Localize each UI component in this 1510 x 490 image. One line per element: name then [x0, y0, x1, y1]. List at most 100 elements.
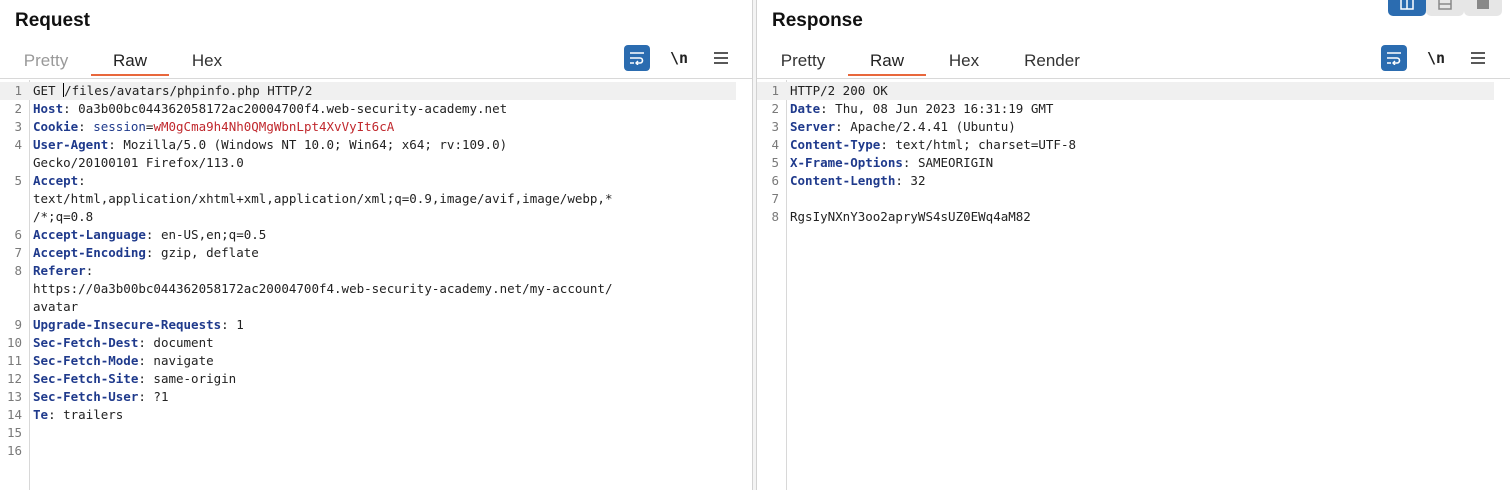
newline-button[interactable]: \n	[666, 45, 692, 71]
header-colon: :	[145, 245, 161, 260]
code-line: https://0a3b00bc044362058172ac20004700f4…	[0, 280, 736, 298]
header-name: Accept-Encoding	[33, 245, 146, 260]
header-value: navigate	[153, 353, 214, 368]
header-name: Sec-Fetch-Mode	[33, 353, 139, 368]
header-value: gzip, deflate	[160, 245, 259, 260]
header-colon: :	[895, 173, 911, 188]
line-content: text/html,application/xhtml+xml,applicat…	[22, 190, 612, 208]
line-number: 13	[6, 389, 22, 404]
header-value: SAMEORIGIN	[917, 155, 994, 170]
line-number: 8	[771, 209, 779, 224]
line-content: User-Agent: Mozilla/5.0 (Windows NT 10.0…	[22, 136, 507, 154]
tab-raw[interactable]: Raw	[848, 48, 926, 76]
header-name: Referer	[33, 263, 86, 278]
line-number: 6	[14, 227, 22, 242]
line-number: 2	[771, 101, 779, 116]
tab-raw[interactable]: Raw	[91, 48, 169, 76]
line-number: 14	[6, 407, 22, 422]
wrap-lines-icon	[1387, 52, 1401, 65]
code-line: 2 Date: Thu, 08 Jun 2023 16:31:19 GMT	[757, 100, 1494, 118]
header-value: same-origin	[153, 371, 237, 386]
line-number: 4	[14, 137, 22, 152]
header-value: Mozilla/5.0 (Windows NT 10.0; Win64; x64…	[123, 137, 508, 152]
single-pane-icon	[1477, 0, 1489, 9]
wrap-lines-button[interactable]	[1381, 45, 1407, 71]
line-text: https://0a3b00bc044362058172ac20004700f4…	[33, 281, 613, 296]
code-line: 1 GET /files/avatars/phpinfo.php HTTP/2	[0, 82, 736, 100]
newline-button[interactable]: \n	[1423, 45, 1449, 71]
request-separator	[0, 78, 752, 79]
tab-hex[interactable]: Hex	[183, 48, 231, 76]
line-content: Upgrade-Insecure-Requests: 1	[22, 316, 244, 334]
line-content: Content-Type: text/html; charset=UTF-8	[779, 136, 1076, 154]
code-line: Gecko/20100101 Firefox/113.0	[0, 154, 736, 172]
code-line: avatar	[0, 298, 736, 316]
menu-icon	[714, 52, 728, 64]
line-number: 16	[6, 443, 22, 458]
header-value: Apache/2.4.41 (Ubuntu)	[850, 119, 1016, 134]
line-number: 2	[14, 101, 22, 116]
header-name: User-Agent	[33, 137, 109, 152]
header-value: ?1	[153, 389, 169, 404]
line-number: 5	[14, 173, 22, 188]
code-line: 8 Referer:	[0, 262, 736, 280]
header-colon: :	[138, 371, 154, 386]
line-number: 10	[6, 335, 22, 350]
header-name: Te	[33, 407, 49, 422]
line-content: Sec-Fetch-Site: same-origin	[22, 370, 236, 388]
header-colon: :	[138, 389, 154, 404]
line-number: 9	[14, 317, 22, 332]
header-name: Host	[33, 101, 64, 116]
header-name: Sec-Fetch-Dest	[33, 335, 139, 350]
tab-pretty[interactable]: Pretty	[772, 48, 834, 76]
header-colon: :	[138, 353, 154, 368]
code-line: 1 HTTP/2 200 OK	[757, 82, 1494, 100]
header-colon: :	[835, 119, 851, 134]
menu-icon	[1471, 52, 1485, 64]
request-lines: 1 GET /files/avatars/phpinfo.php HTTP/2 2 H…	[0, 82, 736, 460]
response-lines: 1 HTTP/2 200 OK 2 Date: Thu, 08 Jun 2023 16…	[757, 82, 1494, 226]
code-line: 16	[0, 442, 736, 460]
cookie-name: session	[93, 119, 146, 134]
code-line: /*;q=0.8	[0, 208, 736, 226]
line-text: Gecko/20100101 Firefox/113.0	[33, 155, 244, 170]
tab-render[interactable]: Render	[1013, 48, 1091, 76]
menu-button[interactable]	[708, 45, 734, 71]
line-content: Referer:	[22, 262, 101, 280]
split-horizontal-button[interactable]	[1388, 0, 1426, 16]
line-number: 8	[14, 263, 22, 278]
code-line: 15	[0, 424, 736, 442]
tab-pretty[interactable]: Pretty	[15, 48, 77, 76]
split-vertical-button[interactable]	[1426, 0, 1464, 16]
header-value: en-US,en;q=0.5	[160, 227, 267, 242]
menu-button[interactable]	[1465, 45, 1491, 71]
code-line: 4 Content-Type: text/html; charset=UTF-8	[757, 136, 1494, 154]
code-line: 2 Host: 0a3b00bc044362058172ac20004700f4.…	[0, 100, 736, 118]
single-pane-button[interactable]	[1464, 0, 1502, 16]
header-name: Cookie	[33, 119, 79, 134]
header-value: 0a3b00bc044362058172ac20004700f4.web-sec…	[78, 101, 508, 116]
wrap-lines-button[interactable]	[624, 45, 650, 71]
header-colon: :	[145, 227, 161, 242]
header-colon: :	[78, 119, 94, 134]
header-name: Content-Type	[790, 137, 881, 152]
code-line: 14 Te: trailers	[0, 406, 736, 424]
request-editor[interactable]: 1 GET /files/avatars/phpinfo.php HTTP/2 2 H…	[0, 80, 752, 490]
code-line: 8 RgsIyNXnY3oo2apryWS4sUZ0EWq4aM82	[757, 208, 1494, 226]
line-number	[0, 190, 22, 208]
tab-hex[interactable]: Hex	[940, 48, 988, 76]
line-content: Gecko/20100101 Firefox/113.0	[22, 154, 244, 172]
header-colon: :	[880, 137, 896, 152]
line-text: HTTP/2 200 OK	[790, 83, 888, 98]
line-content: https://0a3b00bc044362058172ac20004700f4…	[22, 280, 612, 298]
code-line: 4 User-Agent: Mozilla/5.0 (Windows NT 10.…	[0, 136, 736, 154]
newline-icon: \n	[1426, 49, 1446, 67]
line-content: Sec-Fetch-User: ?1	[22, 388, 168, 406]
header-value: trailers	[63, 407, 124, 422]
header-name: Sec-Fetch-User	[33, 389, 139, 404]
header-value: document	[153, 335, 214, 350]
line-number: 4	[771, 137, 779, 152]
line-text: avatar	[33, 299, 79, 314]
line-content: Accept-Language: en-US,en;q=0.5	[22, 226, 266, 244]
response-editor[interactable]: 1 HTTP/2 200 OK 2 Date: Thu, 08 Jun 2023 16…	[757, 80, 1510, 490]
